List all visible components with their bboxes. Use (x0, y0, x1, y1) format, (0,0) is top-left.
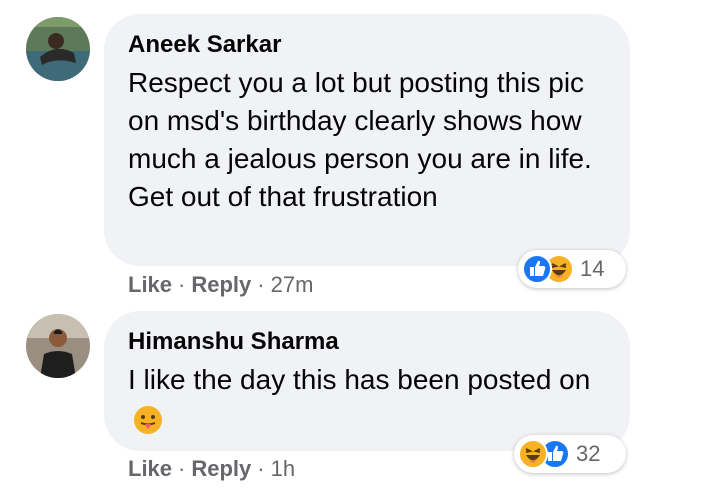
comment-actions: Like · Reply · 27m (128, 272, 313, 298)
reply-button[interactable]: Reply (191, 456, 251, 482)
reactions-summary[interactable]: 14 (518, 250, 626, 288)
comment-text: I like the day this has been posted on (128, 361, 606, 437)
comment-actions: Like · Reply · 1h (128, 456, 295, 482)
comment-bubble: Himanshu Sharma I like the day this has … (104, 311, 630, 451)
separator: · (257, 456, 265, 481)
reaction-count: 32 (576, 441, 601, 466)
reaction-count: 14 (580, 256, 605, 281)
separator: · (178, 456, 186, 481)
comment-author[interactable]: Aneek Sarkar (128, 30, 606, 60)
comment-author[interactable]: Himanshu Sharma (128, 327, 606, 357)
separator: · (257, 272, 265, 297)
timestamp[interactable]: 27m (271, 272, 314, 298)
comment-text-content: I like the day this has been posted on (128, 364, 591, 395)
like-icon (522, 254, 552, 284)
comment-bubble: Aneek Sarkar Respect you a lot but posti… (104, 14, 630, 266)
tongue-out-emoji (132, 404, 164, 436)
separator: · (178, 272, 186, 297)
avatar[interactable] (26, 314, 90, 378)
comment-text: Respect you a lot but posting this pic o… (128, 67, 592, 212)
like-button[interactable]: Like (128, 272, 172, 298)
like-button[interactable]: Like (128, 456, 172, 482)
reactions-summary[interactable]: 32 (514, 435, 626, 473)
avatar[interactable] (26, 17, 90, 81)
haha-icon (518, 439, 548, 469)
reply-button[interactable]: Reply (191, 272, 251, 298)
timestamp[interactable]: 1h (271, 456, 295, 482)
